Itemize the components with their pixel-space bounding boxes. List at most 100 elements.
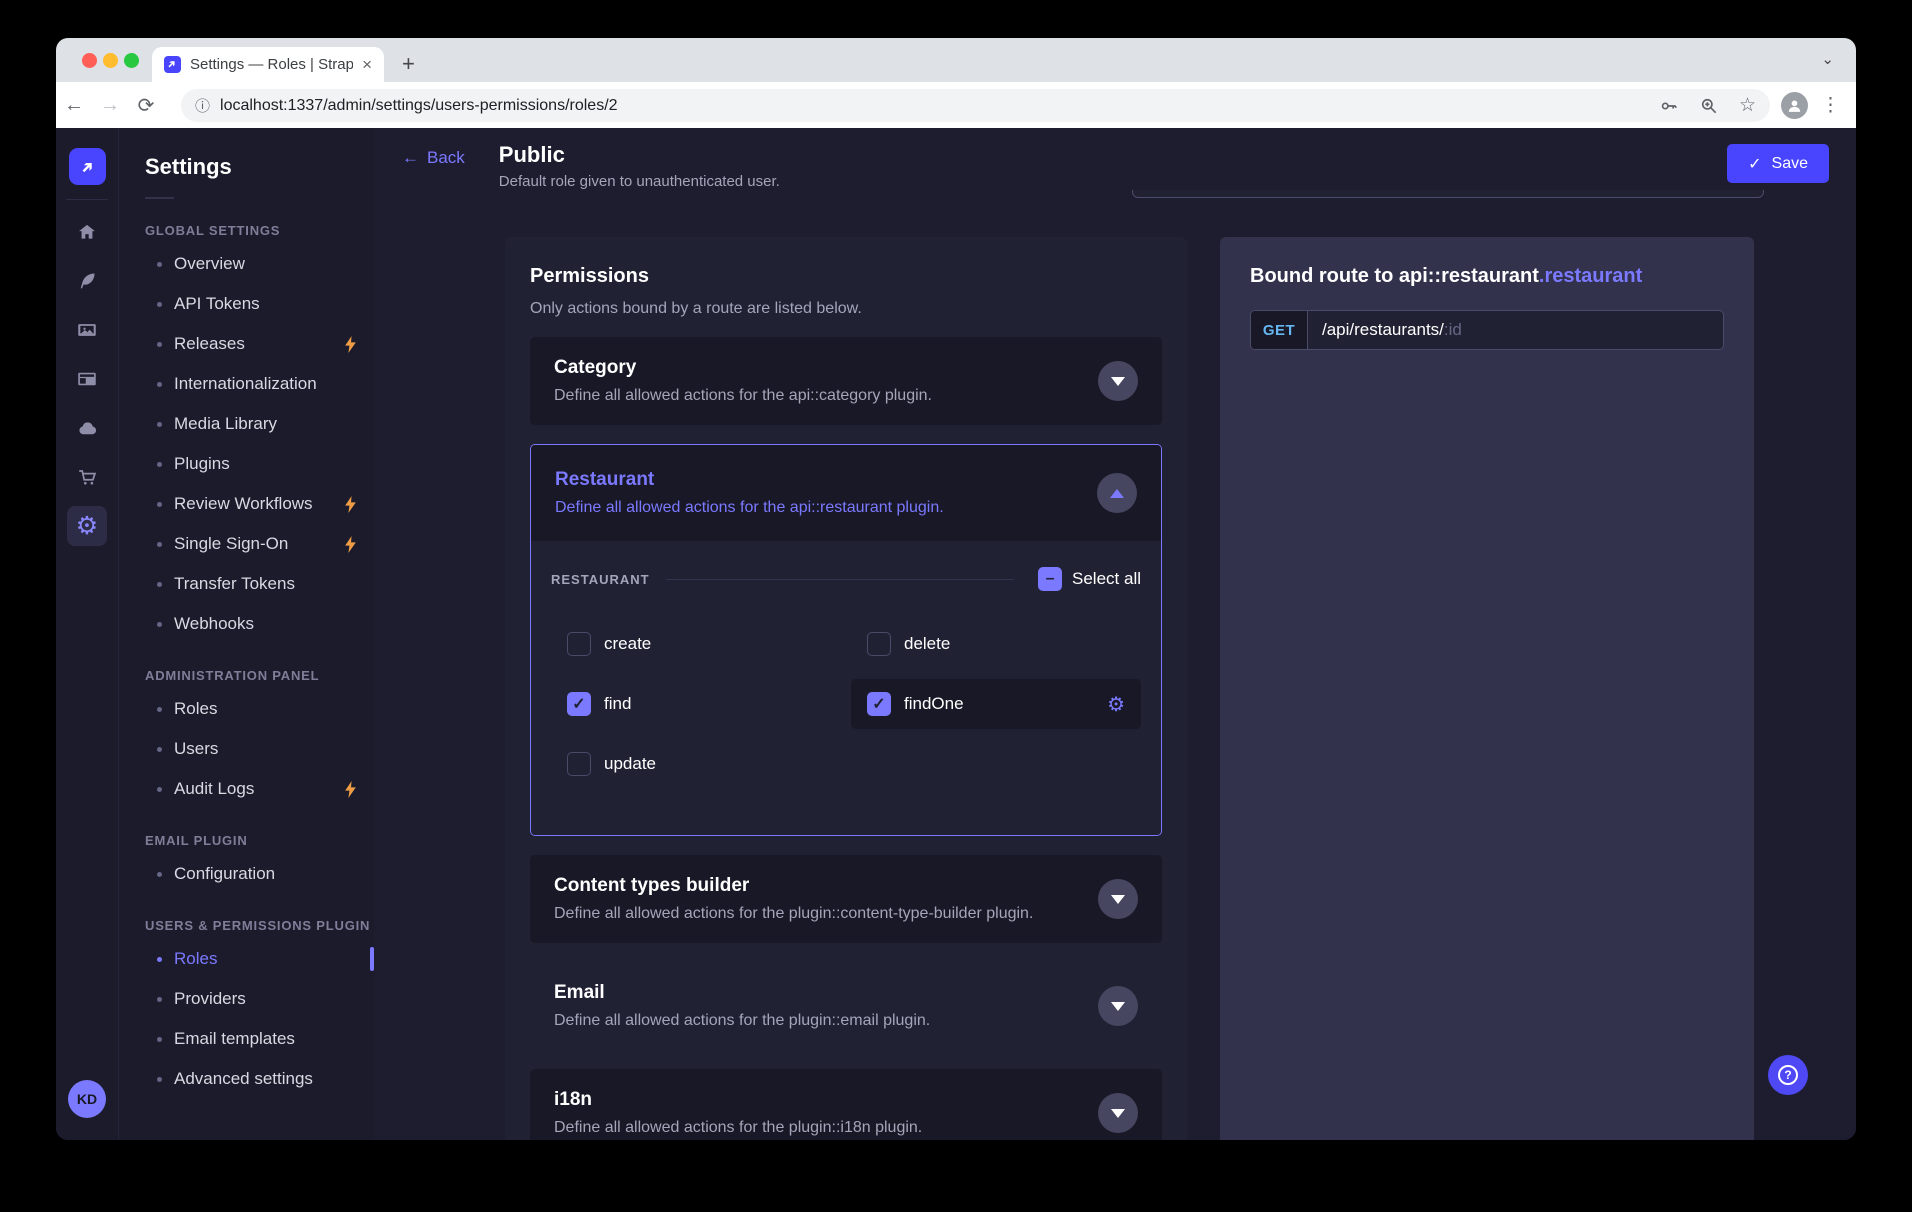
save-button[interactable]: ✓ Save: [1727, 144, 1829, 183]
expand-button[interactable]: [1098, 879, 1138, 919]
strapi-logo[interactable]: ➔: [69, 148, 106, 185]
media-library-nav-icon[interactable]: [56, 310, 118, 350]
premium-bolt-icon: [343, 781, 358, 798]
expand-button[interactable]: [1098, 361, 1138, 401]
back-link[interactable]: ← Back: [402, 148, 465, 168]
help-button[interactable]: ?: [1768, 1055, 1808, 1095]
sidebar-item-review-workflows[interactable]: Review Workflows: [145, 484, 374, 524]
accordion-content-types-builder[interactable]: Content types builder Define all allowed…: [530, 855, 1162, 943]
sidebar-item-releases[interactable]: Releases: [145, 324, 374, 364]
settings-subnav: Settings GLOBAL SETTINGS Overview API To…: [118, 128, 374, 1140]
settings-gear-nav-icon[interactable]: ⚙: [67, 506, 107, 546]
accordion-email[interactable]: Email Define all allowed actions for the…: [530, 962, 1162, 1050]
sidebar-item-admin-roles[interactable]: Roles: [145, 689, 374, 729]
back-nav-icon[interactable]: ←: [56, 94, 92, 117]
bullet-icon: [157, 997, 162, 1002]
bullet-icon: [157, 957, 162, 962]
section-label: GLOBAL SETTINGS: [145, 223, 374, 238]
home-nav-icon[interactable]: [56, 212, 118, 252]
advanced-settings-gear-icon[interactable]: ⚙: [1107, 692, 1125, 717]
expand-button[interactable]: [1098, 986, 1138, 1026]
browser-tab[interactable]: ➔ Settings — Roles | Strapi ×: [152, 47, 384, 82]
user-avatar[interactable]: KD: [68, 1080, 106, 1118]
action-delete[interactable]: delete: [851, 619, 1141, 669]
bookmark-star-icon[interactable]: ☆: [1739, 94, 1756, 117]
chrome-menu-icon[interactable]: ⋮: [1821, 94, 1840, 117]
select-all-checkbox[interactable]: –: [1038, 567, 1062, 591]
bullet-icon: [157, 872, 162, 877]
bullet-icon: [157, 502, 162, 507]
tab-bar: ➔ Settings — Roles | Strapi × + ⌄: [56, 38, 1856, 82]
checkbox-unchecked[interactable]: [567, 632, 591, 656]
chevron-down-icon: [1111, 895, 1125, 904]
address-omnibox[interactable]: ⓘ localhost:1337/admin/settings/users-pe…: [181, 89, 1770, 122]
actions-grid: create delete ✓ find ✓: [551, 619, 1141, 789]
sidebar-item-overview[interactable]: Overview: [145, 244, 374, 284]
sidebar-item-plugins[interactable]: Plugins: [145, 444, 374, 484]
sidebar-item-audit-logs[interactable]: Audit Logs: [145, 769, 374, 809]
section-label: EMAIL PLUGIN: [145, 833, 374, 848]
action-findone-selected[interactable]: ✓ findOne ⚙: [851, 679, 1141, 729]
traffic-minimize-button[interactable]: [103, 53, 118, 68]
sidebar-item-providers[interactable]: Providers: [145, 979, 374, 1019]
checkbox-unchecked[interactable]: [567, 752, 591, 776]
checkbox-checked[interactable]: ✓: [867, 692, 891, 716]
sidebar-item-single-sign-on[interactable]: Single Sign-On: [145, 524, 374, 564]
bullet-icon: [157, 622, 162, 627]
cloud-nav-icon[interactable]: [56, 408, 118, 448]
sidebar-item-api-tokens[interactable]: API Tokens: [145, 284, 374, 324]
settings-title: Settings: [145, 154, 374, 180]
action-create[interactable]: create: [551, 619, 841, 669]
checkbox-unchecked[interactable]: [867, 632, 891, 656]
premium-bolt-icon: [343, 496, 358, 513]
site-info-icon[interactable]: ⓘ: [195, 95, 210, 116]
sidebar-item-email-templates[interactable]: Email templates: [145, 1019, 374, 1059]
premium-bolt-icon: [343, 336, 358, 353]
question-mark-icon: ?: [1778, 1065, 1798, 1085]
chrome-profile-avatar[interactable]: [1781, 92, 1808, 119]
bullet-icon: [157, 1037, 162, 1042]
section-label: ADMINISTRATION PANEL: [145, 668, 374, 683]
accordion-category[interactable]: Category Define all allowed actions for …: [530, 337, 1162, 425]
tab-search-chevron-icon[interactable]: ⌄: [1821, 50, 1834, 68]
sidebar-item-admin-users[interactable]: Users: [145, 729, 374, 769]
content-manager-feather-icon[interactable]: [56, 261, 118, 301]
chevron-up-icon: [1110, 489, 1124, 498]
sidebar-item-advanced-settings[interactable]: Advanced settings: [145, 1059, 374, 1099]
expand-button[interactable]: [1098, 1093, 1138, 1133]
bullet-icon: [157, 787, 162, 792]
sidebar-item-up-roles[interactable]: Roles: [145, 939, 374, 979]
collapse-button[interactable]: [1097, 473, 1137, 513]
route-display: GET /api/restaurants/:id: [1250, 310, 1724, 350]
chevron-down-icon: [1111, 1109, 1125, 1118]
check-icon: ✓: [1748, 154, 1761, 174]
accordion-restaurant-header[interactable]: Restaurant Define all allowed actions fo…: [531, 445, 1161, 541]
premium-bolt-icon: [343, 536, 358, 553]
traffic-zoom-button[interactable]: [124, 53, 139, 68]
url-bar: ← → ⟳ ⓘ localhost:1337/admin/settings/us…: [56, 82, 1856, 128]
content-type-builder-nav-icon[interactable]: [56, 359, 118, 399]
new-tab-button[interactable]: +: [402, 51, 415, 77]
restaurant-permissions-body: RESTAURANT – Select all create: [531, 541, 1161, 835]
tab-close-icon[interactable]: ×: [362, 55, 372, 75]
password-key-icon[interactable]: [1659, 96, 1679, 116]
traffic-close-button[interactable]: [82, 53, 97, 68]
accordion-i18n[interactable]: i18n Define all allowed actions for the …: [530, 1069, 1162, 1140]
bullet-icon: [157, 302, 162, 307]
sidebar-item-internationalization[interactable]: Internationalization: [145, 364, 374, 404]
action-find[interactable]: ✓ find: [551, 679, 841, 729]
sidebar-item-webhooks[interactable]: Webhooks: [145, 604, 374, 644]
forward-nav-icon[interactable]: →: [92, 94, 128, 117]
subnav-section-admin-panel: ADMINISTRATION PANEL Roles Users Audit L…: [145, 668, 374, 809]
sidebar-item-transfer-tokens[interactable]: Transfer Tokens: [145, 564, 374, 604]
sidebar-item-media-library[interactable]: Media Library: [145, 404, 374, 444]
checkbox-checked[interactable]: ✓: [567, 692, 591, 716]
bullet-icon: [157, 462, 162, 467]
reload-icon[interactable]: ⟳: [128, 93, 164, 118]
select-all-control[interactable]: – Select all: [1038, 567, 1141, 591]
permissions-subtitle: Only actions bound by a route are listed…: [530, 300, 1162, 318]
marketplace-cart-nav-icon[interactable]: [56, 457, 118, 497]
sidebar-item-email-configuration[interactable]: Configuration: [145, 854, 374, 894]
zoom-page-icon[interactable]: [1699, 96, 1719, 116]
action-update[interactable]: update: [551, 739, 841, 789]
